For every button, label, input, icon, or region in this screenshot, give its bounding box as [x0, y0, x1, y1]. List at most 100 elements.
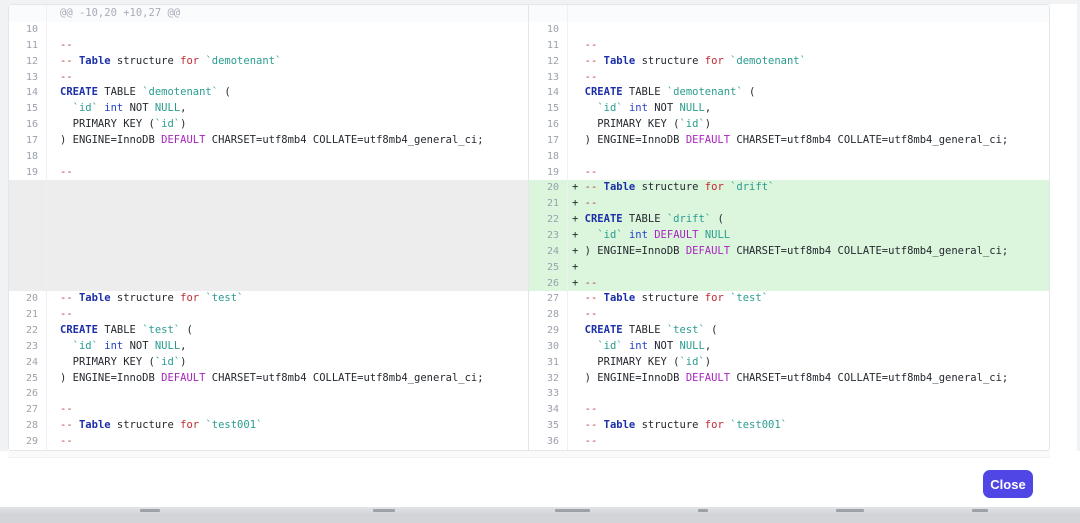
left-line-number: 24 [9, 355, 47, 371]
diff-marker [572, 39, 585, 51]
diff-marker: + [572, 277, 585, 289]
diff-row: 19--19 -- [9, 165, 1049, 181]
left-line-number: 29 [9, 434, 47, 450]
right-line-number: 16 [529, 117, 568, 133]
diff-row: 1818 [9, 149, 1049, 165]
left-line-number: 11 [9, 38, 47, 54]
right-line-number: 14 [529, 85, 568, 101]
close-button[interactable]: Close [983, 470, 1033, 498]
right-line-number: 11 [529, 38, 568, 54]
right-line-number: 21 [529, 196, 568, 212]
left-code-line [47, 228, 529, 244]
diff-marker [572, 356, 585, 368]
diff-row: 24+ ) ENGINE=InnoDB DEFAULT CHARSET=utf8… [9, 244, 1049, 260]
right-line-number: 24 [529, 244, 568, 260]
left-line-number: 22 [9, 323, 47, 339]
diff-rows: 1010 11--11 --12-- Table structure for `… [9, 22, 1049, 450]
left-line-number [9, 228, 47, 244]
diff-marker: + [572, 261, 585, 273]
obscured-background-text [836, 509, 864, 512]
background-page-band [0, 507, 1080, 523]
diff-row: 12-- Table structure for `demotenant`12 … [9, 54, 1049, 70]
right-line-number: 26 [529, 276, 568, 292]
right-code-line: PRIMARY KEY (`id`) [568, 355, 1049, 371]
left-code-line: -- [47, 165, 529, 181]
left-line-number [9, 180, 47, 196]
left-line-number: 26 [9, 386, 47, 402]
left-line-number: 10 [9, 22, 47, 38]
right-code-line: -- [568, 402, 1049, 418]
right-line-number: 23 [529, 228, 568, 244]
page-background-edge-left [0, 4, 8, 451]
diff-marker [572, 55, 585, 67]
right-code-line: CREATE TABLE `demotenant` ( [568, 85, 1049, 101]
right-line-number: 17 [529, 133, 568, 149]
left-code-line: PRIMARY KEY (`id`) [47, 117, 529, 133]
right-line-number: 22 [529, 212, 568, 228]
diff-row: 26+ -- [9, 276, 1049, 292]
horizontal-scrollbar[interactable] [8, 451, 1050, 458]
left-line-number [9, 196, 47, 212]
diff-row: 23+ `id` int DEFAULT NULL [9, 228, 1049, 244]
diff-viewer[interactable]: @@ -10,20 +10,27 @@ 1010 11--11 --12-- T… [8, 4, 1050, 451]
diff-row: 20-- Table structure for `test`27 -- Tab… [9, 291, 1049, 307]
obscured-background-text [140, 509, 160, 512]
obscured-background-text [373, 509, 395, 512]
right-code-line: PRIMARY KEY (`id`) [568, 117, 1049, 133]
diff-row: 22+ CREATE TABLE `drift` ( [9, 212, 1049, 228]
diff-marker [572, 292, 585, 304]
left-line-number [9, 244, 47, 260]
right-code-line: ) ENGINE=InnoDB DEFAULT CHARSET=utf8mb4 … [568, 133, 1049, 149]
left-code-line: CREATE TABLE `demotenant` ( [47, 85, 529, 101]
right-line-number: 28 [529, 307, 568, 323]
diff-marker [572, 419, 585, 431]
left-line-number: 18 [9, 149, 47, 165]
diff-marker [572, 324, 585, 336]
diff-marker [572, 403, 585, 415]
diff-marker: + [572, 197, 585, 209]
right-code-line: `id` int NOT NULL, [568, 101, 1049, 117]
left-code-line: `id` int NOT NULL, [47, 339, 529, 355]
diff-row: 22CREATE TABLE `test` (29 CREATE TABLE `… [9, 323, 1049, 339]
diff-row: 24 PRIMARY KEY (`id`)31 PRIMARY KEY (`id… [9, 355, 1049, 371]
diff-marker [572, 387, 585, 399]
left-code-line [47, 386, 529, 402]
left-code-line: -- [47, 38, 529, 54]
left-line-number: 16 [9, 117, 47, 133]
diff-marker [572, 308, 585, 320]
left-code-line [47, 196, 529, 212]
diff-marker [572, 86, 585, 98]
right-line-number: 12 [529, 54, 568, 70]
diff-row: 25+ [9, 260, 1049, 276]
diff-row: 14CREATE TABLE `demotenant` (14 CREATE T… [9, 85, 1049, 101]
right-code-line [568, 149, 1049, 165]
diff-marker [572, 118, 585, 130]
hunk-right-spacer [568, 5, 1049, 22]
left-code-line [47, 149, 529, 165]
diff-marker: + [572, 181, 585, 193]
obscured-background-text [555, 509, 590, 512]
left-line-number: 15 [9, 101, 47, 117]
left-code-line: -- [47, 70, 529, 86]
left-code-line: -- Table structure for `demotenant` [47, 54, 529, 70]
diff-marker: + [572, 229, 585, 241]
left-code-line: PRIMARY KEY (`id`) [47, 355, 529, 371]
left-code-line: ) ENGINE=InnoDB DEFAULT CHARSET=utf8mb4 … [47, 371, 529, 387]
left-code-line: CREATE TABLE `test` ( [47, 323, 529, 339]
diff-marker [572, 23, 585, 35]
right-code-line: -- Table structure for `test001` [568, 418, 1049, 434]
left-code-line: ) ENGINE=InnoDB DEFAULT CHARSET=utf8mb4 … [47, 133, 529, 149]
diff-row: 13--13 -- [9, 70, 1049, 86]
diff-row: 23 `id` int NOT NULL,30 `id` int NOT NUL… [9, 339, 1049, 355]
obscured-background-text [972, 509, 988, 512]
left-code-line [47, 212, 529, 228]
right-line-number: 15 [529, 101, 568, 117]
right-code-line: + -- Table structure for `drift` [568, 180, 1049, 196]
right-line-number: 19 [529, 165, 568, 181]
right-code-line: + CREATE TABLE `drift` ( [568, 212, 1049, 228]
right-code-line: -- [568, 165, 1049, 181]
diff-row: 28-- Table structure for `test001`35 -- … [9, 418, 1049, 434]
right-code-line: -- [568, 38, 1049, 54]
right-code-line: + [568, 260, 1049, 276]
right-line-number: 33 [529, 386, 568, 402]
